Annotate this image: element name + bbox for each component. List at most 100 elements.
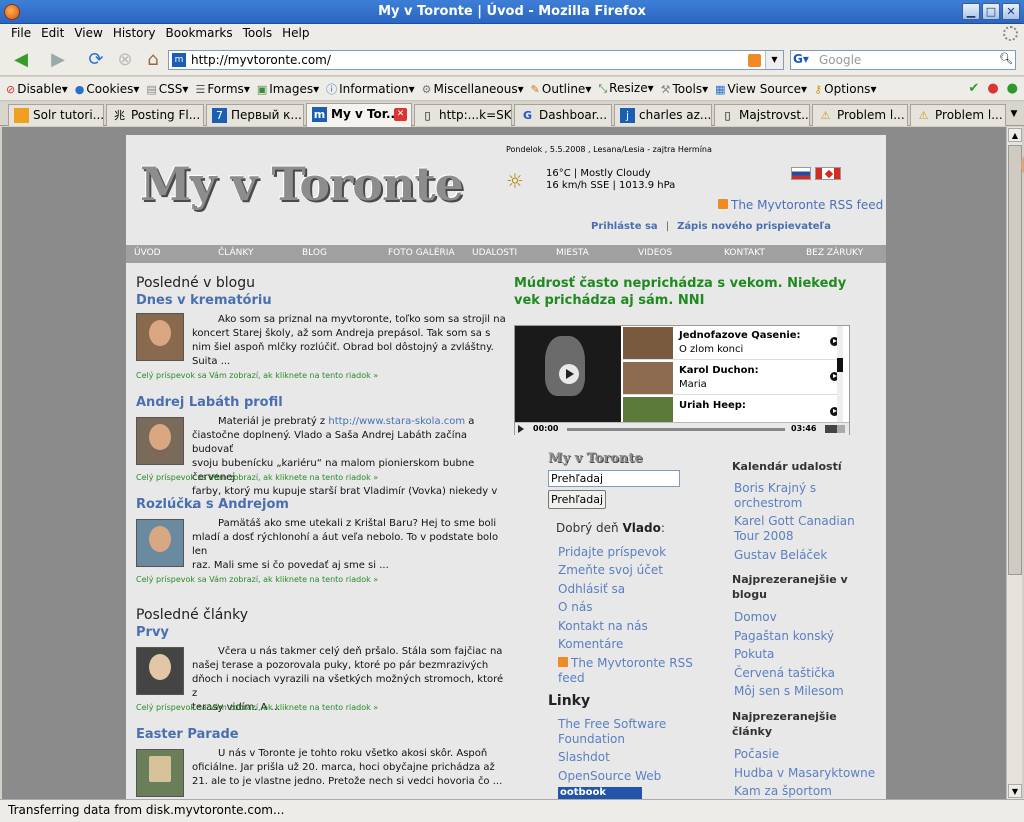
menu-history[interactable]: History [108,24,161,44]
ootbook-badge[interactable]: ootbook [558,787,642,799]
slovak-flag-icon[interactable] [791,167,811,180]
url-bar[interactable]: m http://myvtoronte.com/ ▼ [168,50,784,70]
search-box[interactable]: G▾ Google 🔍︎ [790,50,1016,70]
rss-feed-link[interactable]: The Myvtoronte RSS [558,656,693,670]
ok-icon[interactable]: ● [1007,81,1018,96]
calendar-event-link[interactable]: Boris Krajný s [734,481,816,496]
post-thumbnail[interactable] [136,519,184,567]
calendar-event-link[interactable]: orchestrom [734,496,802,511]
dev-outline-menu[interactable]: ✎ Outline▾ [531,82,592,96]
edit-account-link[interactable]: Zmeňte svoj účet [558,563,663,577]
post-thumbnail[interactable] [136,313,184,361]
slashdot-link[interactable]: Slashdot [558,750,610,764]
playlist-item[interactable]: Karol Duchon: Maria [623,361,843,395]
post-title[interactable]: Andrej Labáth profil [136,395,283,410]
nav-udalosti[interactable]: UDALOSTI [472,248,517,258]
back-button[interactable]: ◀ [6,49,36,71]
stop-button[interactable]: ⊗ [114,49,136,71]
stara-skola-link[interactable]: http://www.stara-skola.com [328,416,465,427]
google-icon[interactable]: G▾ [793,52,817,68]
nav-videos[interactable]: VIDEOS [638,248,672,258]
menu-tools[interactable]: Tools [238,24,278,44]
popular-blog-link[interactable]: Domov [734,610,777,625]
error-icon[interactable]: ● [987,81,998,96]
nav-kontakt[interactable]: KONTAKT [724,248,765,258]
comments-link[interactable]: Komentáre [558,637,623,651]
nav-foto-galeria[interactable]: FOTO GALÉRIA [388,248,455,258]
read-more-link[interactable]: Celý príspevok sa Vám zobrazí, ak klikne… [136,473,378,482]
playlist-scrollbar[interactable] [837,326,843,422]
dev-view-source-menu[interactable]: ▦ View Source▾ [715,82,807,96]
post-title[interactable]: Dnes v krematóriu [136,293,272,308]
tab-http[interactable]: ▯ http:...k=SK [414,104,512,126]
popular-blog-link[interactable]: Pokuta [734,647,774,662]
rss-feed-link[interactable]: feed [558,671,585,685]
about-link[interactable]: O nás [558,600,592,614]
home-button[interactable]: ⌂ [142,49,164,71]
tab-majstrovstva[interactable]: ▯ Majstrovst... [714,104,810,126]
nav-blog[interactable]: BLOG [302,248,327,258]
opensource-web-link[interactable]: OpenSource Web [558,769,661,783]
dev-resize-menu[interactable]: ⤡ Resize▾ [598,81,653,96]
post-thumbnail[interactable] [136,647,184,695]
tab-pervyi[interactable]: 7 Первый к... [206,104,304,126]
post-thumbnail[interactable] [136,749,184,797]
close-button[interactable]: ✕ [1002,3,1020,20]
menu-view[interactable]: View [69,24,107,44]
dev-css-menu[interactable]: ▤ CSS▾ [146,82,188,96]
url-dropdown-button[interactable]: ▼ [765,51,783,69]
dev-options-menu[interactable]: ⚷ Options▾ [814,82,876,96]
tab-charles[interactable]: j charles az... [614,104,712,126]
tab-list-button[interactable]: ▼ [1006,106,1022,122]
calendar-event-link[interactable]: Gustav Beláček [734,548,827,563]
calendar-event-link[interactable]: Tour 2008 [734,529,794,544]
dev-miscellaneous-menu[interactable]: ⚙ Miscellaneous▾ [422,82,524,96]
scroll-down-icon[interactable]: ▼ [1008,784,1022,798]
maximize-button[interactable]: □ [982,3,1000,20]
calendar-event-link[interactable]: Karel Gott Canadian [734,514,855,529]
playlist-item[interactable]: Jednofazove Qasenie: O zlom konci [623,326,843,360]
progress-bar[interactable] [567,428,785,431]
playlist-item[interactable]: Uriah Heep: [623,396,843,422]
play-control-icon[interactable] [518,425,524,433]
tab-myvtoronte[interactable]: m My v Tor... ✕ [306,103,412,127]
menu-bookmarks[interactable]: Bookmarks [161,24,238,44]
dev-cookies-menu[interactable]: ● Cookies▾ [75,82,140,96]
register-link[interactable]: Zápis nového prispievateľa [677,221,831,232]
canadian-flag-icon[interactable] [815,167,841,180]
post-title[interactable]: Easter Parade [136,727,239,742]
nav-bez-zaruky[interactable]: BEZ ZÁRUKY [806,248,863,258]
nav-miesta[interactable]: MIESTA [556,248,589,258]
play-icon[interactable] [559,364,579,384]
dev-tools-menu[interactable]: ⚒ Tools▾ [661,82,708,96]
read-more-link[interactable]: Celý príspevok sa Vám zobrazí, ak klikne… [136,575,378,584]
nav-clanky[interactable]: ČLÁNKY [218,248,253,258]
rss-icon[interactable] [748,54,761,67]
popular-blog-link[interactable]: Pagaštan konský [734,629,834,644]
tab-problem-1[interactable]: ⚠ Problem l... [812,104,908,126]
volume-icon[interactable] [825,425,845,433]
popular-blog-link[interactable]: Môj sen s Milesom [734,684,844,699]
reload-button[interactable]: ⟳ [84,49,108,71]
vertical-scrollbar[interactable]: ▲ ▼ [1006,127,1024,799]
search-go-icon[interactable]: 🔍︎ [998,52,1014,68]
site-logo[interactable]: My v Toronte [140,157,464,211]
tab-dashboard[interactable]: G Dashboar... [514,104,612,126]
nav-uvod[interactable]: ÚVOD [134,248,161,258]
logout-link[interactable]: Odhlásiť sa [558,582,625,596]
scroll-up-icon[interactable]: ▲ [1008,128,1022,142]
read-more-link[interactable]: Celý príspevok sa Vám zobrazí, ak klikne… [136,703,378,712]
popular-article-link[interactable]: Počasie [734,747,779,762]
scroll-thumb[interactable] [1008,145,1024,575]
rss-feed-link[interactable]: The Myvtoronte RSS feed [718,198,883,212]
fsf-link[interactable]: Foundation [558,732,625,746]
tab-solr[interactable]: Solr tutori... [8,104,104,126]
check-icon[interactable]: ✔ [968,81,979,96]
tab-close-icon[interactable]: ✕ [394,108,407,121]
menu-help[interactable]: Help [277,24,314,44]
tab-posting[interactable]: 兆 Posting Fl... [106,104,204,126]
minimize-button[interactable]: ▁ [962,3,980,20]
tab-problem-2[interactable]: ⚠ Problem l... [910,104,1006,126]
post-thumbnail[interactable] [136,417,184,465]
fsf-link[interactable]: The Free Software [558,717,666,731]
